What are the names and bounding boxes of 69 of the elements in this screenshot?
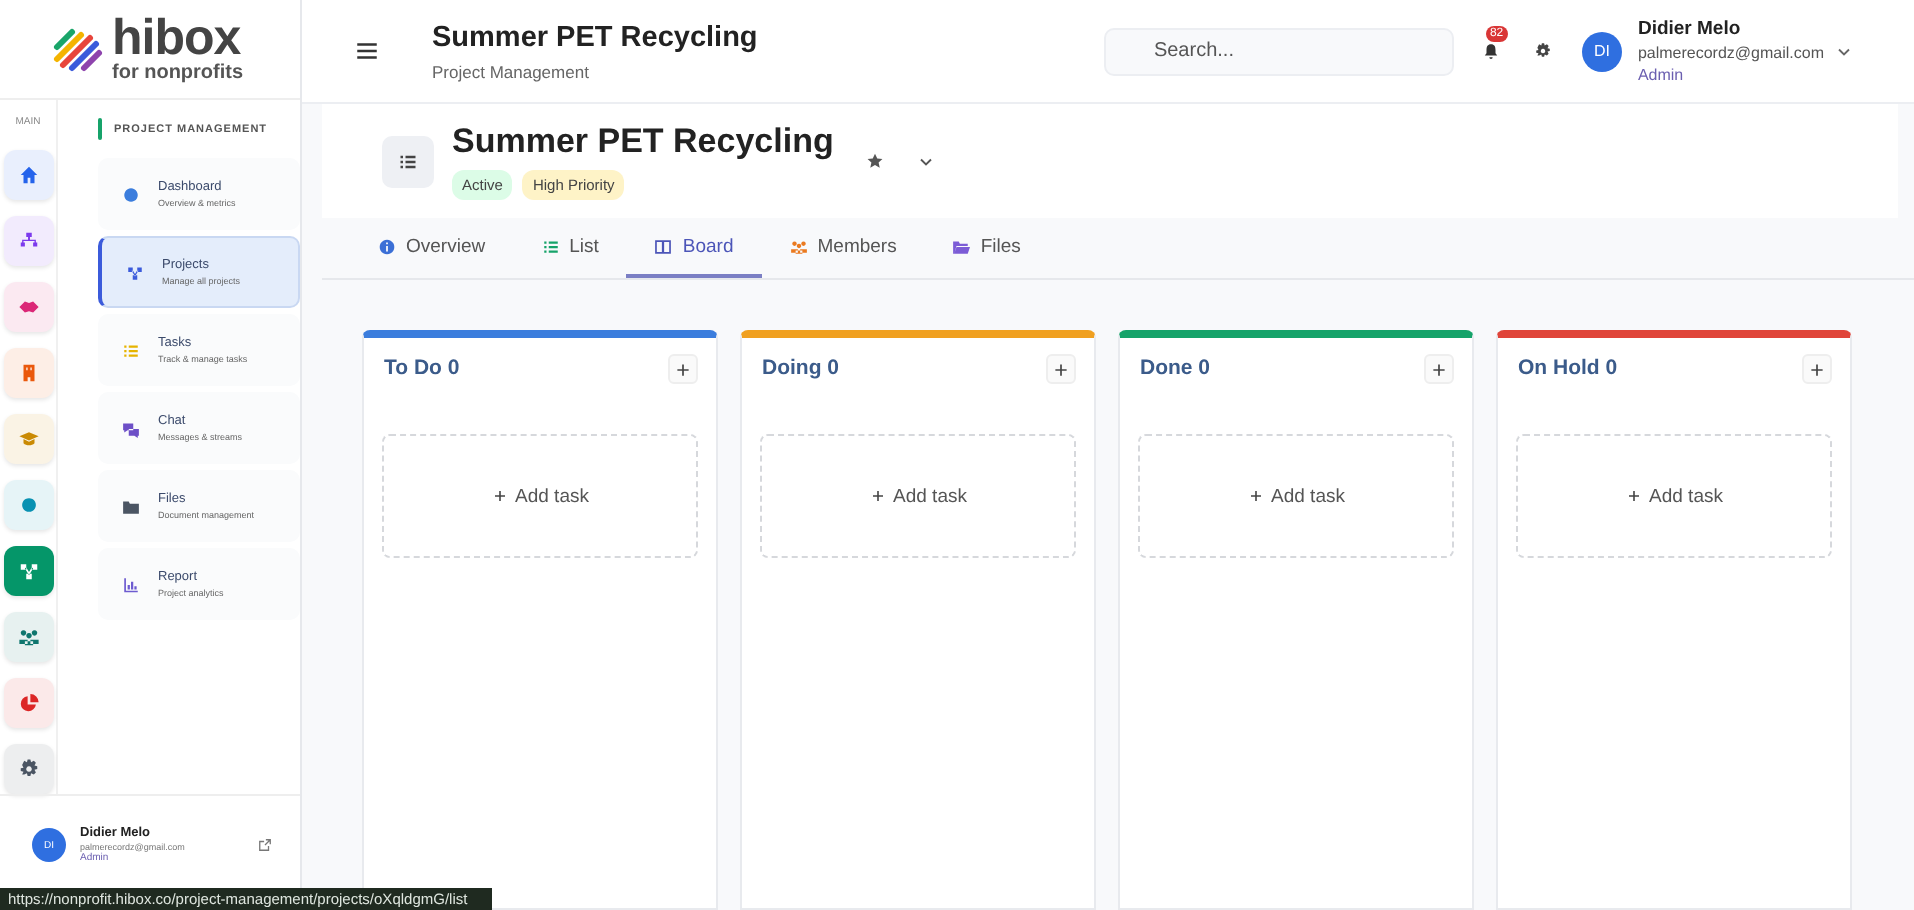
nav-button[interactable] — [3, 150, 53, 201]
column-title: To Do 0 — [384, 356, 460, 380]
home-icon — [17, 164, 39, 187]
add-button[interactable] — [1802, 353, 1832, 383]
add-task-button[interactable]: Add task — [1138, 434, 1454, 558]
globe-icon — [17, 494, 39, 517]
columns-icon — [654, 237, 673, 255]
graduation-cap-icon — [17, 428, 39, 451]
nav-button[interactable] — [3, 216, 53, 267]
column-title: On Hold 0 — [1518, 356, 1618, 380]
logo-icon — [48, 23, 108, 76]
user-role: Admin — [1637, 66, 1686, 84]
pie-chart-icon — [17, 692, 39, 715]
chat-icon — [122, 419, 140, 438]
user-name: Didier Melo — [1637, 18, 1743, 40]
logo-tagline: for nonprofits — [112, 64, 244, 85]
add-task-button[interactable]: Add task — [760, 434, 1076, 558]
info-icon — [378, 237, 396, 255]
page-title: Summer PET Recycling — [432, 21, 758, 53]
plus-icon — [869, 488, 886, 504]
sitemap-icon — [17, 230, 39, 253]
nav-button[interactable] — [3, 612, 53, 663]
plus-icon — [1052, 359, 1070, 379]
settings-icon[interactable] — [1533, 42, 1552, 60]
list-icon — [122, 341, 140, 360]
column-title: Done 0 — [1140, 356, 1211, 380]
tab[interactable]: Overview — [350, 218, 514, 278]
plus-icon — [1247, 488, 1264, 504]
tab[interactable]: Members — [761, 218, 925, 278]
add-task-button[interactable]: Add task — [382, 434, 698, 558]
plus-icon — [1625, 488, 1642, 504]
menu-icon[interactable] — [354, 38, 380, 64]
bar-chart-icon — [122, 575, 140, 594]
star-icon[interactable] — [865, 152, 884, 170]
settings-icon — [17, 758, 39, 781]
page-subtitle: Project Management — [432, 61, 591, 81]
tab[interactable]: List — [513, 218, 627, 278]
plus-icon — [491, 488, 508, 504]
bell-icon[interactable] — [1481, 41, 1500, 59]
nav-button[interactable] — [3, 348, 53, 399]
folder-icon — [122, 497, 140, 516]
nodes-icon — [126, 263, 144, 282]
nav-button[interactable] — [3, 282, 53, 333]
tab[interactable]: Board — [626, 218, 762, 278]
column-title: Doing 0 — [762, 356, 839, 380]
nav-button[interactable] — [3, 678, 53, 729]
nav-button[interactable] — [3, 480, 53, 531]
nav-button[interactable] — [3, 546, 53, 597]
add-button[interactable] — [1424, 353, 1454, 383]
list-icon — [541, 237, 560, 255]
add-button[interactable] — [668, 353, 698, 383]
project-title: Summer PET Recycling — [452, 122, 834, 162]
plus-icon — [1808, 359, 1826, 379]
nodes-icon — [17, 560, 39, 583]
logo-name: hibox — [112, 14, 241, 65]
external-link-icon[interactable] — [258, 838, 272, 853]
people-icon — [17, 626, 39, 649]
people-icon — [789, 237, 808, 255]
add-task-button[interactable]: Add task — [1516, 434, 1832, 558]
plus-icon — [1430, 359, 1448, 379]
search-field[interactable]: Search... — [1103, 27, 1454, 75]
avatar: DI — [1581, 31, 1622, 71]
list-icon — [382, 135, 434, 187]
plus-icon — [674, 359, 692, 379]
folder-icon — [952, 237, 971, 255]
user-email: palmerecordz@gmail.com — [1637, 44, 1824, 62]
nav-button[interactable] — [3, 744, 53, 795]
add-button[interactable] — [1046, 353, 1076, 383]
tab[interactable]: Files — [924, 218, 1049, 278]
